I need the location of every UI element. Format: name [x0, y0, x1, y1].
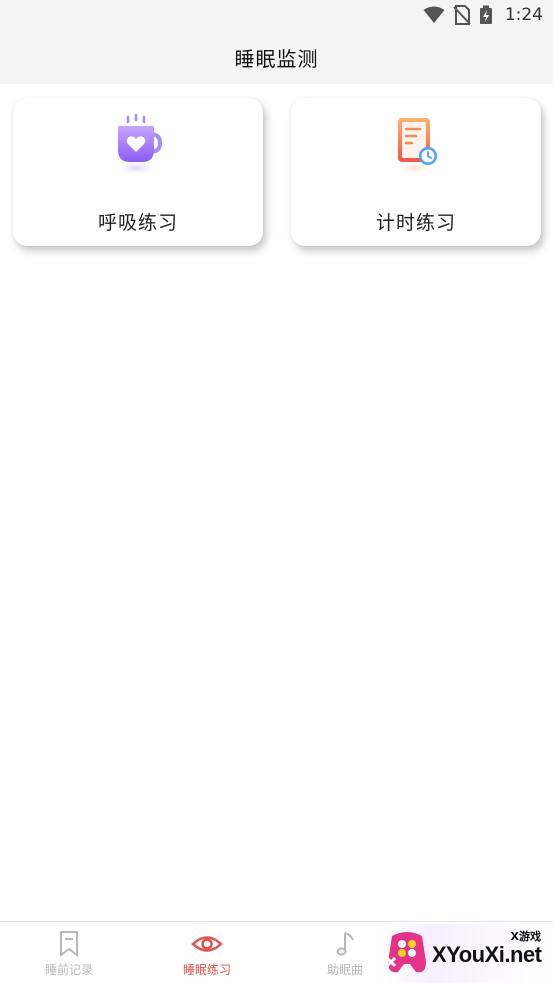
battery-charging-icon: [479, 5, 492, 24]
watermark-logo: X游戏 XYouXi.net: [380, 924, 553, 983]
timer-document-icon: [384, 112, 448, 176]
tab-sleep-record[interactable]: 睡前记录: [0, 922, 138, 983]
tab-sleep-record-label: 睡前记录: [44, 963, 93, 977]
wifi-icon: [423, 6, 445, 23]
status-bar: 1:24: [0, 0, 553, 30]
bookmark-icon: [60, 931, 78, 957]
tab-sleep-practice[interactable]: 睡眠练习: [138, 922, 276, 983]
eye-icon: [191, 936, 223, 952]
timer-practice-label: 计时练习: [375, 212, 456, 234]
status-time: 1:24: [504, 5, 543, 25]
gamepad-icon: [385, 932, 426, 973]
app-header: 睡眠监测: [0, 30, 553, 84]
no-sim-icon: [453, 5, 471, 25]
music-note-icon: [336, 932, 354, 956]
page-title: 睡眠监测: [234, 46, 319, 71]
practice-cards: 呼吸练习 计时练习: [13, 98, 541, 248]
tab-sleep-practice-label: 睡眠练习: [182, 963, 231, 977]
breathing-practice-card[interactable]: 呼吸练习: [13, 98, 263, 246]
breathing-cup-icon: [106, 112, 170, 176]
timer-practice-card[interactable]: 计时练习: [291, 98, 541, 246]
watermark-big-text: XYouXi.net: [432, 942, 542, 967]
tab-sleep-music-label: 助眠曲: [326, 963, 363, 977]
breathing-practice-label: 呼吸练习: [97, 212, 178, 234]
